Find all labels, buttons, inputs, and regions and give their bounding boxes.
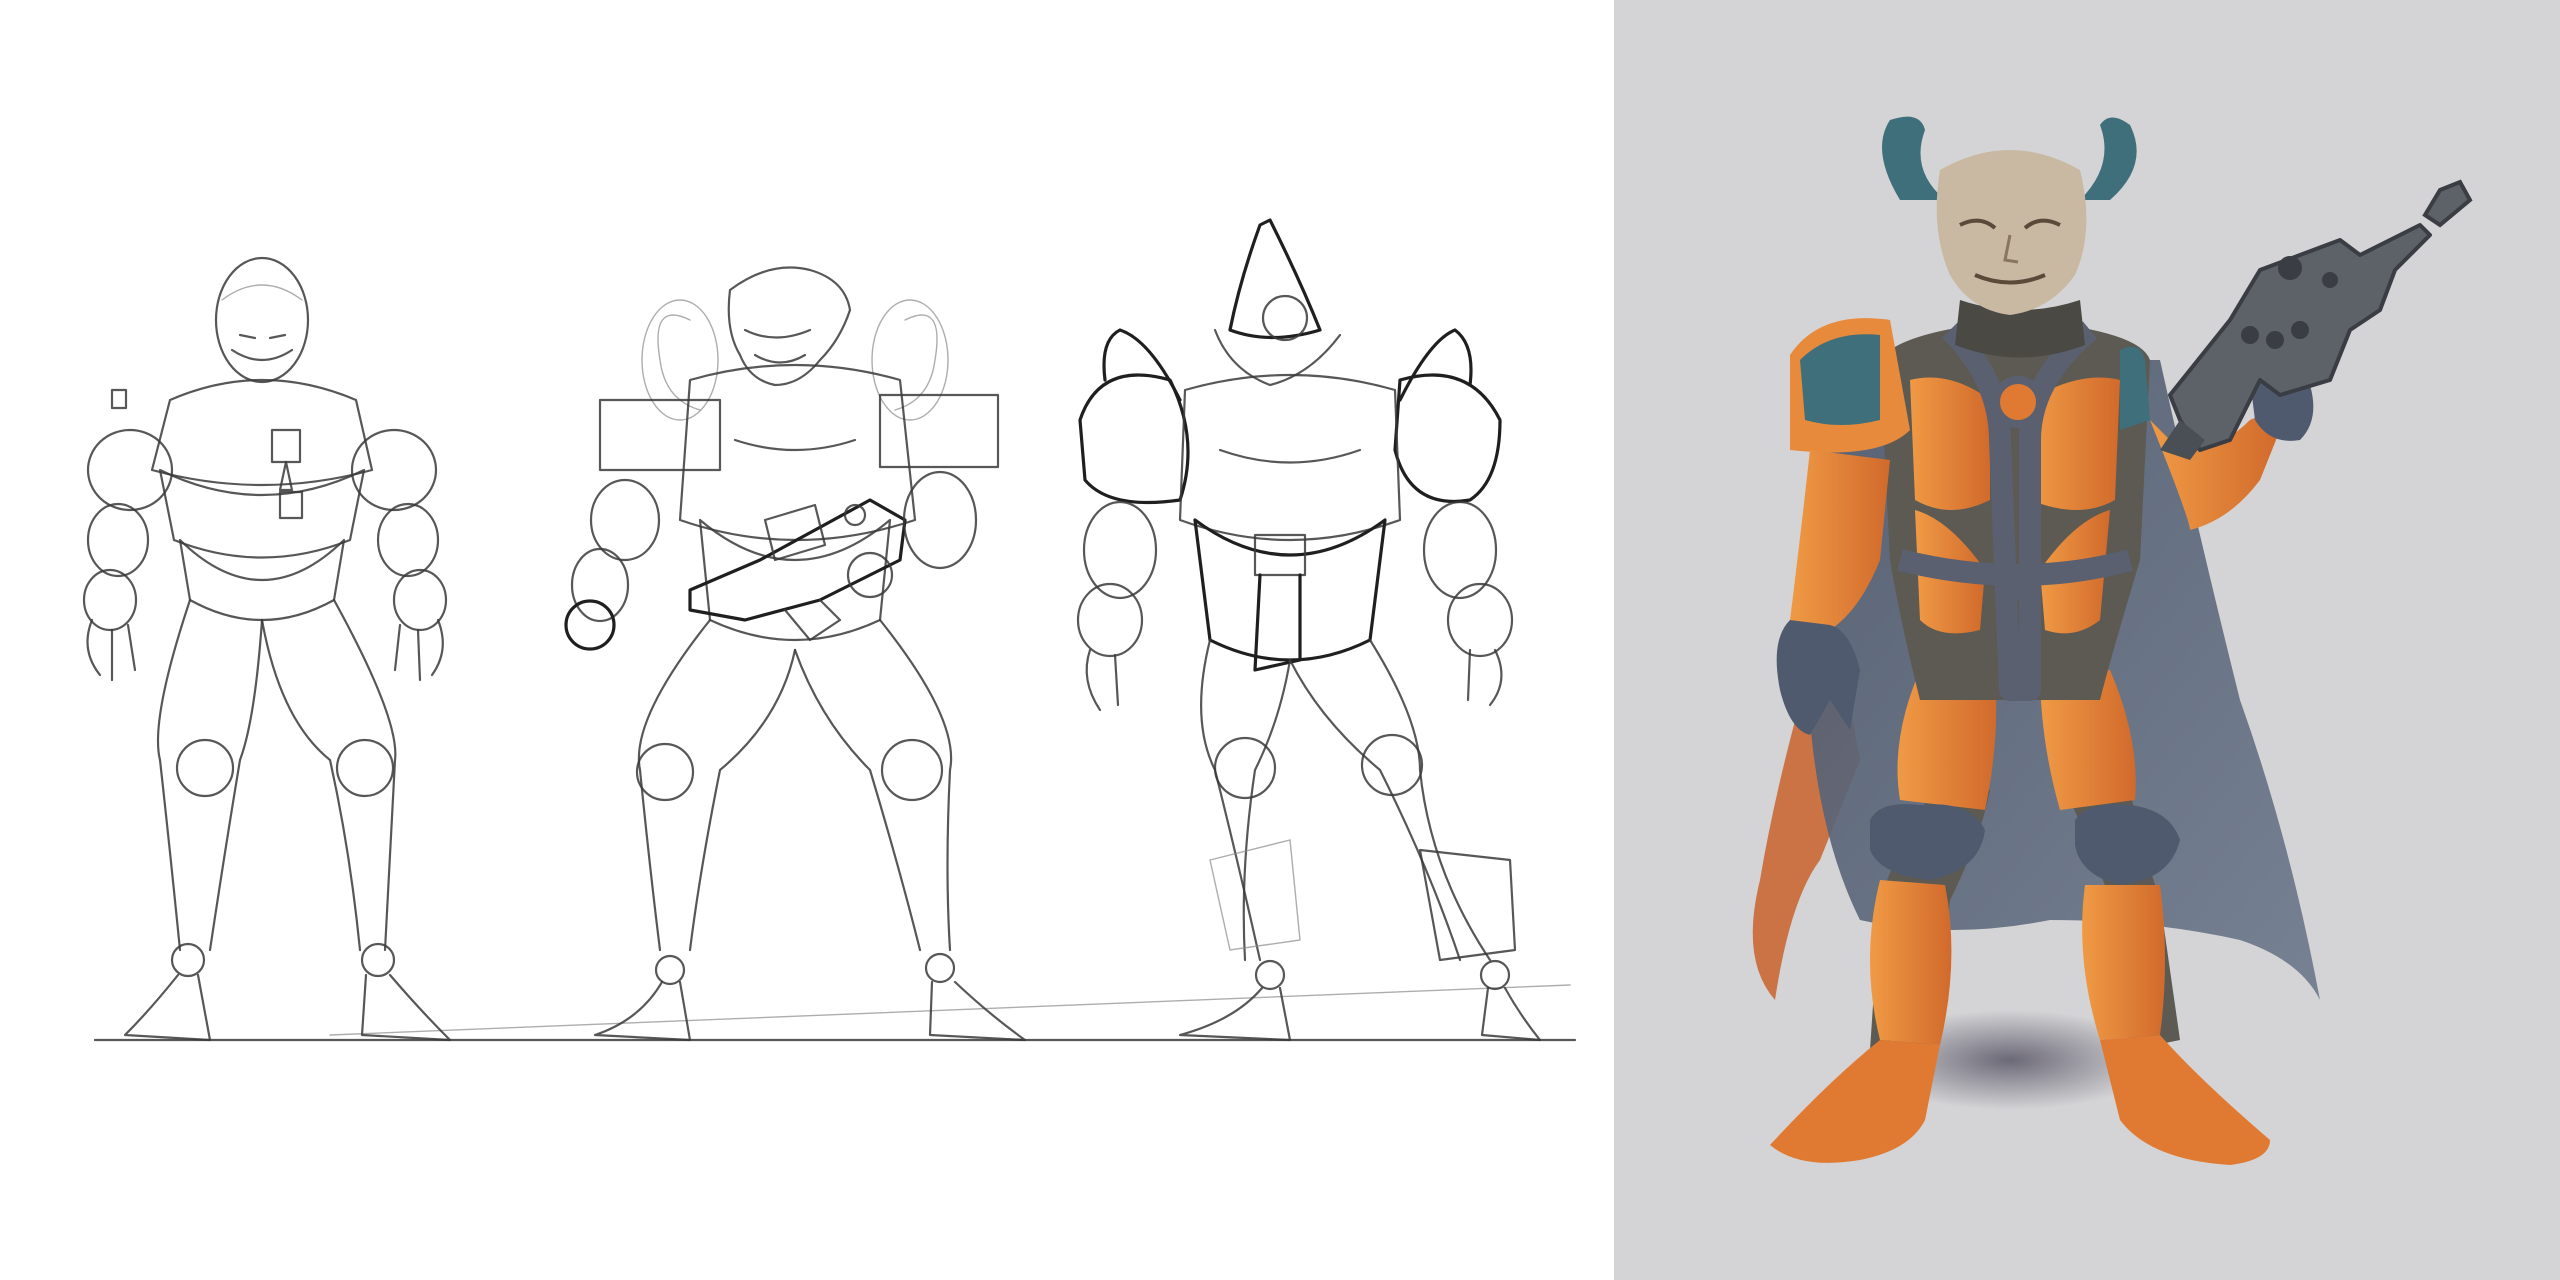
left-shin-armor bbox=[1870, 880, 1952, 1045]
belt-buckle bbox=[2006, 568, 2038, 600]
artwork-canvas bbox=[0, 0, 2560, 1280]
artwork-svg bbox=[0, 0, 2560, 1280]
chest-emblem bbox=[1992, 376, 2044, 428]
left-chest-armor bbox=[1910, 377, 1990, 510]
right-shin-armor bbox=[2082, 885, 2165, 1040]
